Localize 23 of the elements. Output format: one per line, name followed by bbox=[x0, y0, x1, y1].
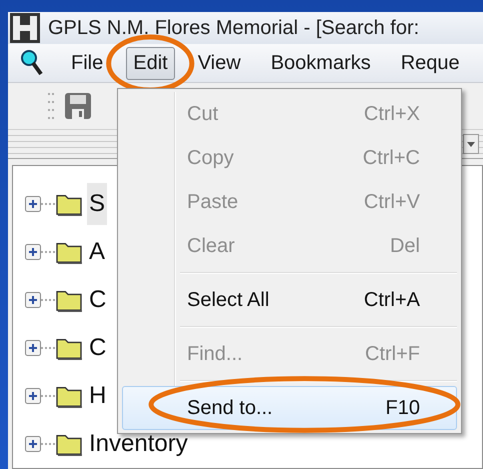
menu-option[interactable]: Select All Ctrl+A bbox=[122, 278, 457, 322]
tree-item[interactable]: C bbox=[87, 326, 108, 369]
expand-icon[interactable] bbox=[25, 292, 41, 308]
app-icon bbox=[10, 13, 40, 44]
expand-icon[interactable] bbox=[25, 196, 41, 212]
menu-item[interactable]: Edit bbox=[126, 46, 175, 80]
menu-item[interactable]: File bbox=[64, 46, 110, 80]
expand-icon[interactable] bbox=[25, 388, 41, 404]
expand-icon[interactable] bbox=[25, 436, 41, 452]
window-title: GPLS N.M. Flores Memorial - [Search for: bbox=[48, 16, 420, 40]
tree-item[interactable]: C bbox=[87, 278, 108, 321]
grip-icon bbox=[48, 90, 54, 121]
expand-icon[interactable] bbox=[25, 244, 41, 260]
search-icon[interactable] bbox=[20, 49, 44, 78]
expand-icon[interactable] bbox=[25, 340, 41, 356]
tree-item[interactable]: A bbox=[87, 230, 108, 273]
menu-item[interactable]: View bbox=[190, 46, 248, 80]
save-icon[interactable] bbox=[64, 92, 92, 120]
dropdown-icon[interactable] bbox=[463, 134, 479, 154]
menu-item[interactable]: Reque bbox=[394, 46, 467, 80]
menu-item[interactable]: Bookmarks bbox=[264, 46, 378, 80]
tree-item[interactable]: S bbox=[87, 182, 108, 225]
tree-item[interactable]: H bbox=[87, 374, 108, 417]
